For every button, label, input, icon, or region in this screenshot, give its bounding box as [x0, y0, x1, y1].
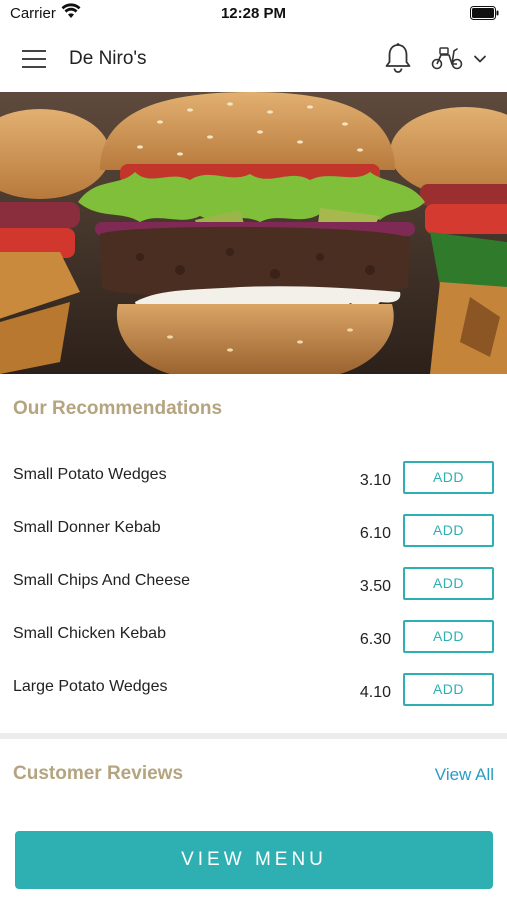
list-item: Small Chicken Kebab 6.30 ADD	[0, 620, 507, 665]
item-price: 3.50	[359, 578, 391, 595]
status-time: 12:28 PM	[220, 5, 287, 22]
add-button[interactable]: ADD	[403, 461, 494, 494]
status-bar: Carrier 12:28 PM	[0, 0, 507, 28]
item-price: 3.10	[359, 472, 391, 489]
list-item: Large Potato Wedges 4.10 ADD	[0, 673, 507, 718]
list-item: Small Chips And Cheese 3.50 ADD	[0, 567, 507, 612]
section-divider	[0, 733, 507, 739]
page-title: De Niro's	[69, 48, 147, 69]
add-button[interactable]: ADD	[403, 673, 494, 706]
bell-icon[interactable]	[383, 42, 413, 74]
add-button[interactable]: ADD	[403, 514, 494, 547]
item-name: Small Chips And Cheese	[13, 572, 190, 589]
battery-icon	[470, 6, 499, 20]
add-button[interactable]: ADD	[403, 567, 494, 600]
item-name: Small Chicken Kebab	[13, 625, 166, 642]
app-header: De Niro's	[0, 28, 507, 92]
scooter-icon[interactable]	[430, 45, 464, 71]
item-price: 6.10	[359, 525, 391, 542]
burger-photo	[0, 92, 507, 374]
view-all-link[interactable]: View All	[435, 765, 494, 785]
menu-icon[interactable]	[22, 50, 48, 70]
item-name: Small Donner Kebab	[13, 519, 161, 536]
reviews-title: Customer Reviews	[13, 763, 184, 784]
list-item: Small Donner Kebab 6.10 ADD	[0, 514, 507, 559]
hero-image	[0, 92, 507, 374]
recommendations-title: Our Recommendations	[13, 398, 223, 419]
item-price: 4.10	[359, 684, 391, 701]
add-button[interactable]: ADD	[403, 620, 494, 653]
chevron-down-icon[interactable]	[472, 53, 488, 65]
item-price: 6.30	[359, 631, 391, 648]
item-name: Large Potato Wedges	[13, 678, 168, 695]
item-name: Small Potato Wedges	[13, 466, 167, 483]
list-item: Small Potato Wedges 3.10 ADD	[0, 461, 507, 506]
view-menu-button[interactable]: VIEW MENU	[15, 831, 493, 889]
